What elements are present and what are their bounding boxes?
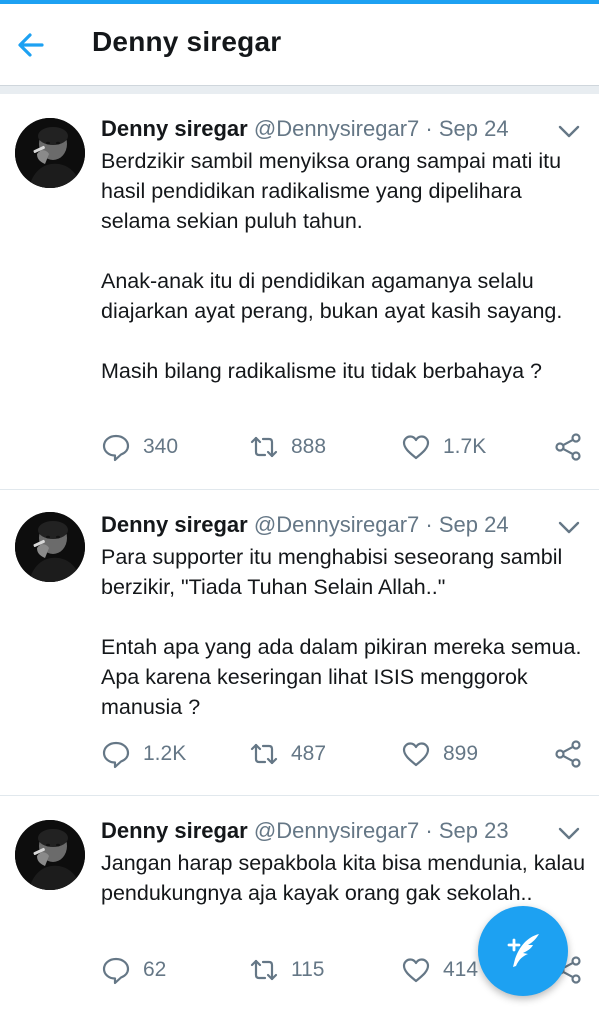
- chevron-down-icon[interactable]: [556, 820, 582, 846]
- like-button[interactable]: 899: [401, 736, 478, 772]
- tweet-paragraph: Masih bilang radikalisme itu tidak berba…: [101, 359, 542, 383]
- header-divider: [0, 86, 599, 94]
- tweet-date[interactable]: Sep 24: [439, 512, 509, 537]
- retweet-count: 487: [291, 742, 327, 765]
- tweet-paragraph: Entah apa yang ada dalam pikiran mereka …: [101, 635, 582, 719]
- reply-icon: [102, 741, 130, 769]
- feather-plus-icon: [507, 934, 539, 967]
- author-handle[interactable]: @Dennysiregar7: [254, 512, 419, 537]
- reply-button[interactable]: 340: [101, 429, 178, 465]
- separator-dot: ·: [425, 116, 433, 141]
- reply-button[interactable]: 1.2K: [101, 736, 186, 772]
- tweet-header: Denny siregar @Dennysiregar7 · Sep 24: [101, 512, 509, 538]
- tweet-paragraph: Anak-anak itu di pendidikan agamanya sel…: [101, 269, 563, 323]
- tweet-text: Jangan harap sepakbola kita bisa menduni…: [101, 848, 589, 908]
- heart-icon: [402, 435, 430, 460]
- tweet-date[interactable]: Sep 23: [439, 818, 509, 843]
- author-handle[interactable]: @Dennysiregar7: [254, 116, 419, 141]
- tweet-actions: 1.2K 487 899: [101, 736, 589, 772]
- compose-tweet-button[interactable]: [478, 906, 568, 996]
- retweet-button[interactable]: 888: [249, 429, 326, 465]
- reply-count: 62: [143, 958, 167, 981]
- retweet-button[interactable]: 115: [249, 952, 324, 988]
- chevron-down-icon[interactable]: [556, 118, 582, 144]
- chevron-down-icon[interactable]: [556, 514, 582, 540]
- avatar[interactable]: [15, 820, 85, 890]
- tweet-header: Denny siregar @Dennysiregar7 · Sep 23: [101, 818, 509, 844]
- page-title: Denny siregar: [92, 26, 282, 57]
- tweet-paragraph: Berdzikir sambil menyiksa orang sampai m…: [101, 149, 562, 233]
- like-count: 1.7K: [443, 435, 487, 458]
- like-button[interactable]: 414: [401, 952, 478, 988]
- tweet-text: Berdzikir sambil menyiksa orang sampai m…: [101, 146, 589, 386]
- like-button[interactable]: 1.7K: [401, 429, 486, 465]
- tweet-actions: 340 888 1.7K: [101, 429, 589, 465]
- like-count: 414: [443, 958, 479, 981]
- retweet-button[interactable]: 487: [249, 736, 326, 772]
- share-icon[interactable]: [553, 739, 583, 769]
- tweet-paragraph: Jangan harap sepakbola kita bisa menduni…: [101, 851, 586, 905]
- reply-button[interactable]: 62: [101, 952, 166, 988]
- retweet-icon: [250, 959, 278, 981]
- retweet-count: 888: [291, 435, 327, 458]
- share-icon[interactable]: [553, 432, 583, 462]
- separator-dot: ·: [425, 818, 433, 843]
- author-handle[interactable]: @Dennysiregar7: [254, 818, 419, 843]
- reply-count: 340: [143, 435, 179, 458]
- avatar[interactable]: [15, 118, 85, 188]
- tweet[interactable]: Denny siregar @Dennysiregar7 · Sep 24 Be…: [0, 94, 599, 490]
- retweet-icon: [250, 436, 278, 458]
- tweet-date[interactable]: Sep 24: [439, 116, 509, 141]
- tweet-paragraph: Para supporter itu menghabisi seseorang …: [101, 545, 563, 599]
- tweet-text: Para supporter itu menghabisi seseorang …: [101, 542, 589, 722]
- retweet-icon: [250, 743, 278, 765]
- arrow-left-icon[interactable]: [14, 28, 48, 62]
- avatar[interactable]: [15, 512, 85, 582]
- reply-icon: [102, 957, 130, 985]
- author-name[interactable]: Denny siregar: [101, 512, 248, 537]
- reply-count: 1.2K: [143, 742, 187, 765]
- separator-dot: ·: [425, 512, 433, 537]
- reply-icon: [102, 434, 130, 462]
- like-count: 899: [443, 742, 479, 765]
- tweet-header: Denny siregar @Dennysiregar7 · Sep 24: [101, 116, 509, 142]
- heart-icon: [402, 958, 430, 983]
- heart-icon: [402, 742, 430, 767]
- tweet[interactable]: Denny siregar @Dennysiregar7 · Sep 24 Pa…: [0, 490, 599, 796]
- author-name[interactable]: Denny siregar: [101, 818, 248, 843]
- app-header: Denny siregar: [0, 4, 599, 86]
- author-name[interactable]: Denny siregar: [101, 116, 248, 141]
- retweet-count: 115: [291, 958, 325, 981]
